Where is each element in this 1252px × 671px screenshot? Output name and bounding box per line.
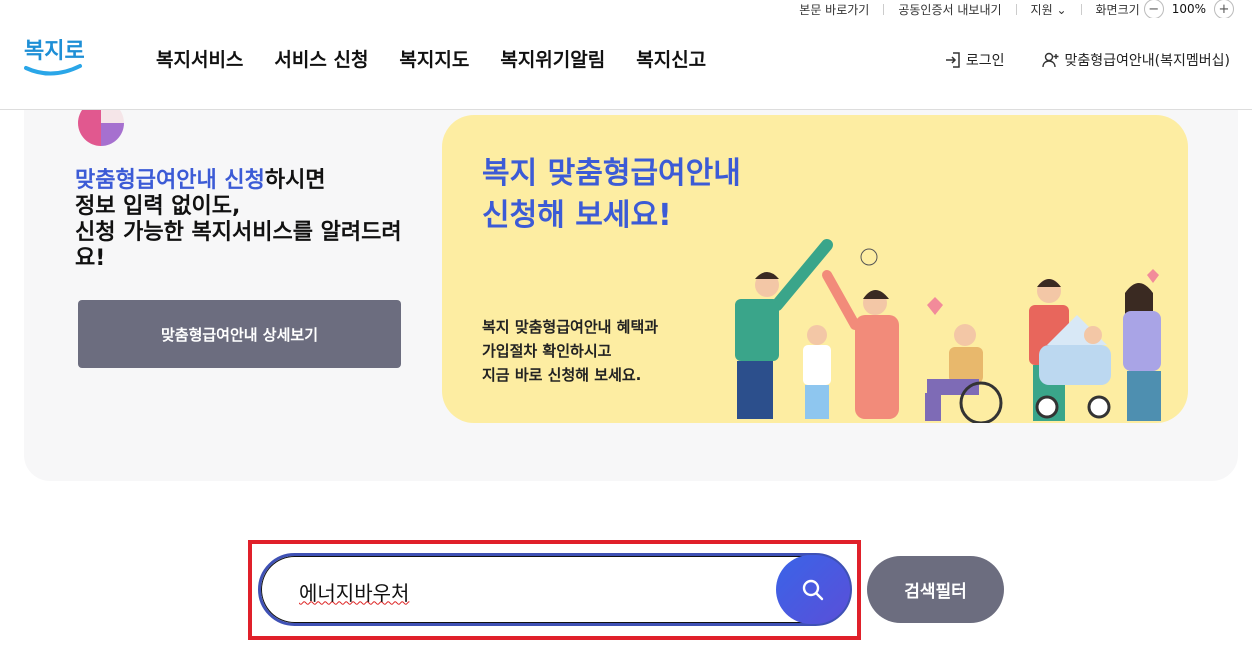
site-logo[interactable]: 복지로 (22, 30, 85, 78)
search-icon (802, 579, 824, 600)
search-button[interactable] (776, 555, 850, 624)
cert-export-link[interactable]: 공동인증서 내보내기 (898, 1, 1001, 18)
header-actions: 로그인 맞춤형급여안내(복지멤버십) (944, 50, 1230, 70)
detail-button[interactable]: 맞춤형급여안내 상세보기 (78, 300, 401, 368)
utility-bar: 본문 바로가기 공동인증서 내보내기 지원 ⌄ 화면크기 − 100% + (799, 0, 1238, 19)
logo-icon: 복지로 (24, 39, 85, 76)
user-add-icon (1041, 52, 1059, 68)
banner-title: 복지 맞춤형급여안내 신청해 보세요! (482, 153, 741, 237)
login-label: 로그인 (965, 53, 1005, 69)
nav-item-welfare-service[interactable]: 복지서비스 (156, 45, 243, 72)
intro-line1: 하시면 (264, 168, 326, 193)
login-link[interactable]: 로그인 (944, 50, 1005, 70)
intro-line2: 정보 입력 없이도, (75, 194, 241, 219)
chevron-down-icon: ⌄ (1056, 2, 1067, 17)
membership-link[interactable]: 맞춤형급여안내(복지멤버십) (1041, 50, 1230, 70)
search-filter-button[interactable]: 검색필터 (867, 556, 1004, 623)
banner-description: 복지 맞춤형급여안내 혜택과 가입절차 확인하시고 지금 바로 신청해 보세요. (482, 315, 658, 387)
banner-desc-line2: 가입절차 확인하시고 (482, 342, 612, 360)
zoom-label: 화면크기 (1095, 2, 1140, 17)
support-dropdown[interactable]: 지원 ⌄ (1031, 1, 1067, 18)
banner-desc-line1: 복지 맞춤형급여안내 혜택과 (482, 318, 659, 336)
promo-banner[interactable]: 복지 맞춤형급여안내 신청해 보세요! 복지 맞춤형급여안내 혜택과 가입절차 … (442, 115, 1188, 423)
nav-item-welfare-map[interactable]: 복지지도 (399, 45, 469, 72)
search-input[interactable] (299, 576, 759, 606)
search-bar (258, 553, 852, 626)
divider (1080, 3, 1082, 15)
divider (883, 3, 885, 15)
banner-desc-line3: 지금 바로 신청해 보세요. (482, 366, 642, 384)
main-nav: 복지서비스 서비스 신청 복지지도 복지위기알림 복지신고 (156, 45, 706, 72)
membership-label: 맞춤형급여안내(복지멤버십) (1064, 53, 1230, 69)
nav-item-report[interactable]: 복지신고 (636, 45, 706, 72)
svg-text:복지로: 복지로 (24, 39, 84, 64)
divider (1015, 3, 1017, 15)
zoom-out-button[interactable]: − (1143, 0, 1164, 19)
intro-line3: 신청 가능한 복지서비스를 알려드려요! (75, 220, 402, 271)
login-icon (945, 52, 960, 68)
site-header: 복지로 복지서비스 서비스 신청 복지지도 복지위기알림 복지신고 로그인 맞춤… (0, 18, 1252, 110)
nav-item-service-apply[interactable]: 서비스 신청 (274, 45, 368, 72)
zoom-in-button[interactable]: + (1214, 0, 1234, 19)
banner-title-line1: 복지 맞춤형급여안내 (482, 156, 741, 191)
intro-highlight: 맞춤형급여안내 신청 (75, 168, 265, 193)
zoom-value: 100% (1171, 2, 1206, 16)
skip-link[interactable]: 본문 바로가기 (799, 1, 869, 18)
family-illustration (735, 239, 1161, 423)
banner-title-line2: 신청해 보세요! (482, 198, 672, 233)
nav-item-crisis-alert[interactable]: 복지위기알림 (500, 45, 605, 72)
intro-text: 맞춤형급여안내 신청하시면 정보 입력 없이도, 신청 가능한 복지서비스를 알… (75, 168, 415, 272)
